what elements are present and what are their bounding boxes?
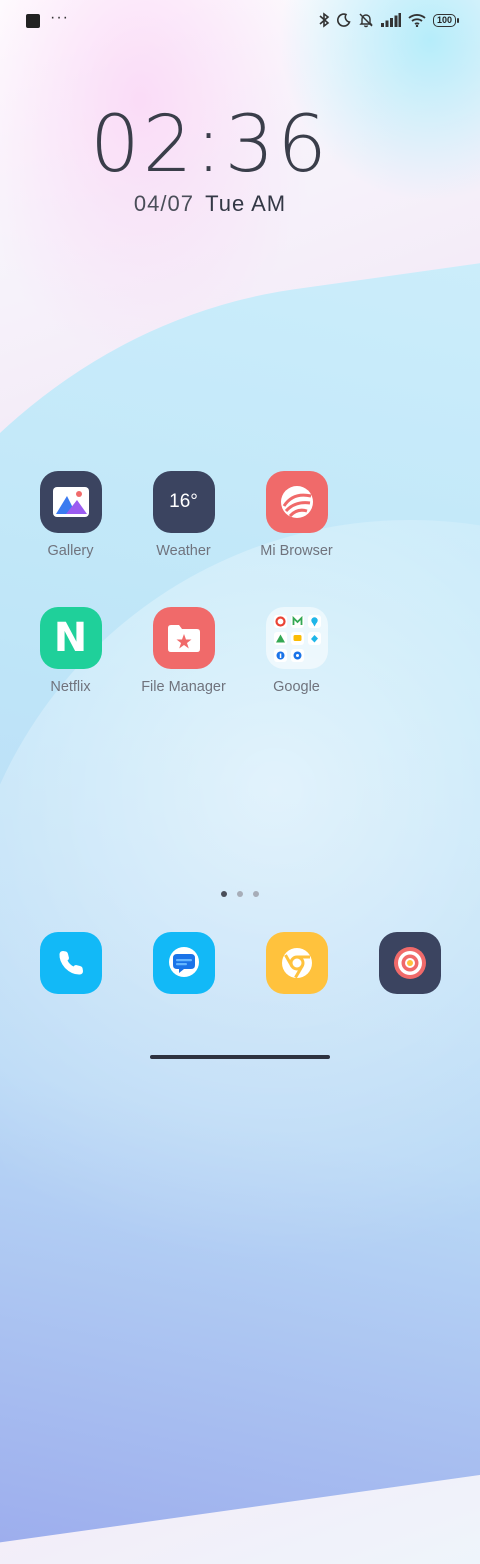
clock-widget[interactable]: 02:36 04/07 Tue AM <box>0 105 420 217</box>
chrome-icon <box>265 932 328 994</box>
app-label: Gallery <box>47 543 94 559</box>
google-folder-icon <box>265 607 328 669</box>
dock-phone[interactable] <box>14 932 127 994</box>
netflix-glyph: N <box>53 615 88 661</box>
app-label: Weather <box>156 543 211 559</box>
gallery-icon <box>39 471 102 533</box>
clock-time: 02:36 <box>90 100 330 190</box>
app-mi-browser[interactable]: Mi Browser <box>240 471 353 559</box>
app-label: Mi Browser <box>260 543 333 559</box>
battery-indicator: 100 <box>432 13 460 27</box>
phone-icon <box>39 932 102 994</box>
netflix-icon: N <box>39 607 102 669</box>
signal-icon <box>380 13 401 27</box>
folder-google[interactable]: Google <box>240 607 353 695</box>
clock-date-line: 04/07 Tue AM <box>0 191 420 217</box>
app-label: Netflix <box>50 679 91 695</box>
dock-messages[interactable] <box>127 932 240 994</box>
page-dot[interactable] <box>253 891 259 897</box>
page-dot[interactable] <box>237 891 243 897</box>
clock-weekday: Tue AM <box>205 191 287 216</box>
home-gesture-bar[interactable] <box>150 1055 330 1059</box>
weather-icon: 16° <box>152 471 215 533</box>
mi-browser-icon <box>265 471 328 533</box>
screen-recorder-icon <box>378 932 441 994</box>
page-dot[interactable] <box>221 891 227 897</box>
app-netflix[interactable]: N Netflix <box>14 607 127 695</box>
more-notifications-icon: ··· <box>50 9 69 26</box>
mute-bell-icon <box>359 13 373 28</box>
page-indicator <box>0 891 480 897</box>
app-weather[interactable]: 16° Weather <box>127 471 240 559</box>
app-gallery[interactable]: Gallery <box>14 471 127 559</box>
clock-date: 04/07 <box>133 191 194 216</box>
app-file-manager[interactable]: File Manager <box>127 607 240 695</box>
status-bar-right: 100 <box>318 12 460 28</box>
dock-chrome[interactable] <box>240 932 353 994</box>
messages-icon <box>152 932 215 994</box>
file-manager-icon <box>152 607 215 669</box>
moon-icon <box>337 13 351 27</box>
app-label: File Manager <box>141 679 226 695</box>
bluetooth-icon <box>319 12 330 28</box>
wifi-icon <box>408 14 426 27</box>
dock-screen-recorder[interactable] <box>353 932 466 994</box>
notification-square-icon <box>26 14 40 28</box>
status-bar-left: ··· <box>26 9 69 28</box>
weather-temp: 16° <box>169 491 198 512</box>
app-label: Google <box>273 679 320 695</box>
